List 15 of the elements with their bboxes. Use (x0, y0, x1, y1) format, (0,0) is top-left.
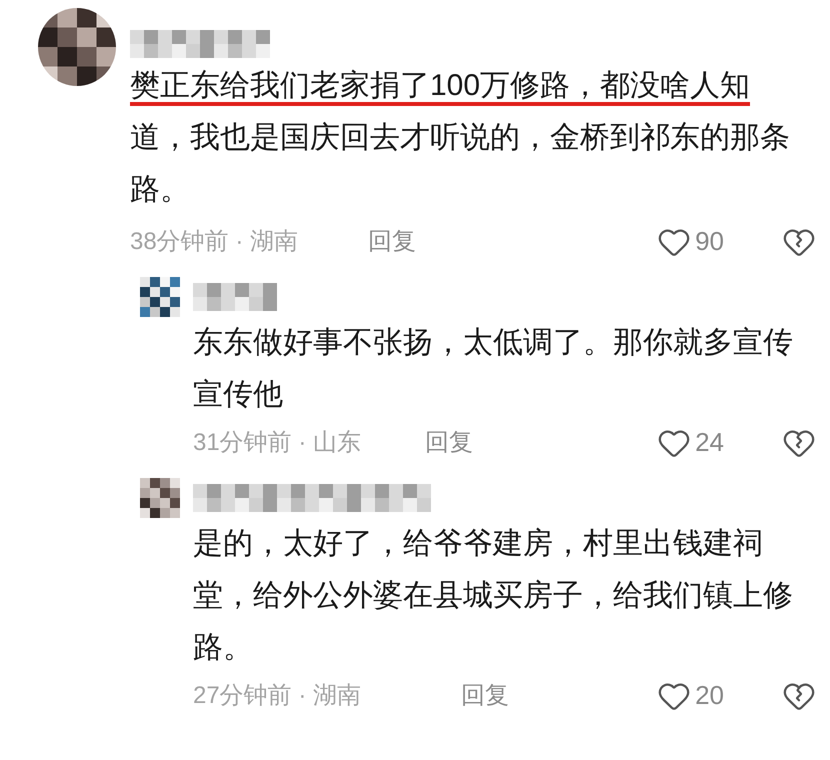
like-button[interactable]: 90 (657, 222, 724, 261)
comment-text: 樊正东给我们老家捐了100万修路，都没啥人知 道，我也是国庆回去才听说的，金桥到祁东的那条路。 (130, 68, 791, 208)
reply-link[interactable]: 回复 (368, 224, 416, 260)
avatar[interactable] (140, 277, 180, 317)
time-location: 38分钟前 · 湖南 (130, 226, 300, 256)
avatar[interactable] (38, 8, 116, 86)
reply-text: 是的，太好了，给爷爷建房，村里出钱建祠堂，给外公外婆在县城买房子，给我们镇上修路。 (193, 526, 794, 666)
time-location: 31分钟前 · 山东 (193, 428, 362, 458)
avatar[interactable] (140, 478, 180, 518)
like-button[interactable]: 24 (657, 423, 724, 462)
reply-link[interactable]: 回复 (425, 424, 473, 460)
like-button[interactable]: 20 (657, 676, 724, 715)
time-location: 27分钟前 · 湖南 (193, 680, 362, 710)
reply-link[interactable]: 回复 (461, 678, 509, 714)
reply-text: 东东做好事不张扬，太低调了。那你就多宣传宣传他 (193, 325, 794, 413)
